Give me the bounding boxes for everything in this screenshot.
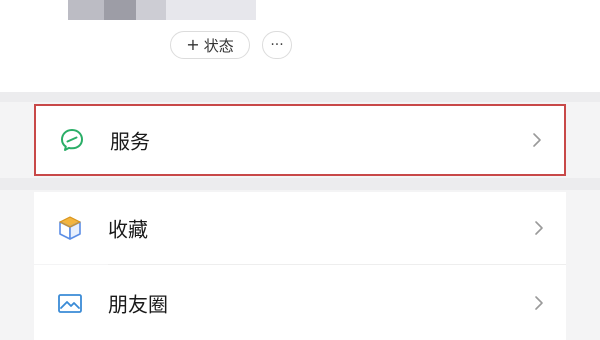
menu-item-moments[interactable]: 朋友圈 — [34, 265, 566, 340]
favorites-icon — [56, 214, 84, 242]
moments-icon — [56, 289, 84, 317]
chevron-right-icon — [534, 220, 544, 236]
add-status-label: 状态 — [203, 36, 234, 55]
avatar-block — [68, 0, 104, 20]
me-page: + 状态 ··· 服务 收藏 朋友圈 — [0, 0, 600, 340]
chevron-right-icon — [532, 132, 542, 148]
service-icon — [58, 126, 86, 154]
menu-item-label: 朋友圈 — [108, 292, 168, 316]
section-separator — [0, 92, 600, 102]
chevron-right-icon — [534, 295, 544, 311]
profile-header: + 状态 ··· — [0, 0, 600, 92]
add-status-button[interactable]: + 状态 — [170, 31, 250, 59]
menu-item-label: 服务 — [110, 129, 150, 154]
profile-avatar-blurred[interactable] — [68, 0, 256, 20]
more-icon: ··· — [270, 37, 284, 53]
menu-item-favorites[interactable]: 收藏 — [34, 192, 566, 264]
avatar-block — [166, 0, 256, 20]
section-separator — [0, 178, 600, 190]
avatar-block — [104, 0, 136, 20]
menu-item-service[interactable]: 服务 — [34, 104, 566, 176]
plus-icon: + — [186, 35, 200, 54]
menu-item-label: 收藏 — [108, 217, 148, 242]
avatar-block — [136, 0, 166, 20]
more-button[interactable]: ··· — [262, 31, 292, 59]
